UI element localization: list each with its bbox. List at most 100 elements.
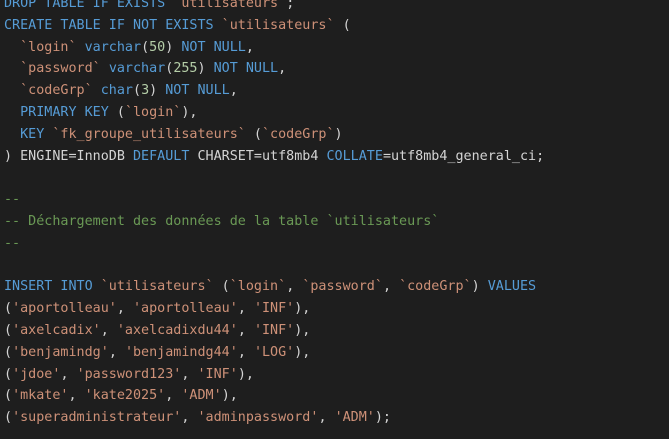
code-token-str: 'axelcadix' (12, 322, 101, 338)
code-line[interactable]: ('axelcadix', 'axelcadixdu44', 'INF'), (0, 320, 669, 342)
code-line[interactable]: ) ENGINE=InnoDB DEFAULT CHARSET=utf8mb4 … (0, 146, 669, 168)
code-line[interactable]: PRIMARY KEY (`login`), (0, 102, 669, 124)
code-token-plain: ), (221, 388, 238, 404)
code-line[interactable]: ('mkate', 'kate2025', 'ADM'), (0, 385, 669, 407)
code-token-plain: , (181, 366, 198, 382)
code-line[interactable]: KEY `fk_groupe_utilisateurs` (`codeGrp`) (0, 124, 669, 146)
code-token-plain: , (108, 344, 125, 360)
code-token-plain: , (382, 279, 400, 295)
code-token-str: `utilisateurs` (100, 279, 214, 295)
code-token-plain: ( (213, 279, 230, 295)
code-token-plain: , (68, 388, 85, 404)
code-line[interactable] (0, 167, 669, 189)
code-token-plain: , (165, 388, 182, 404)
code-token-kw: varchar (108, 61, 166, 77)
code-token-str: 'kate2025' (84, 388, 166, 404)
code-token-plain: CHARSET=utf8mb4 (189, 148, 327, 164)
code-line[interactable]: -- Déchargement des données de la table … (0, 211, 669, 233)
code-token-plain: ( (141, 39, 150, 55)
code-token-plain: , (237, 301, 254, 317)
code-line[interactable]: `login` varchar(50) NOT NULL, (0, 37, 669, 59)
code-token-plain: ) (165, 39, 182, 55)
code-token-num: 3 (141, 83, 150, 99)
code-line[interactable] (0, 255, 669, 277)
code-token-plain: , (116, 301, 133, 317)
code-token-plain: , (237, 322, 254, 338)
code-token-kw: PRIMARY KEY (20, 104, 109, 120)
code-editor[interactable]: DROP TABLE IF EXISTS `utilisateurs`; CREA… (0, 0, 669, 429)
code-token-plain: ) ENGINE=InnoDB (4, 148, 133, 164)
code-token-plain: , (245, 39, 254, 55)
code-token-kw: NOT NULL (213, 61, 279, 77)
code-line[interactable]: -- (0, 233, 669, 255)
code-token-plain: ) (334, 126, 343, 142)
code-token-kw: varchar (84, 39, 142, 55)
code-token-plain: ( (108, 104, 125, 120)
code-token-str: 'benjamindg' (12, 344, 109, 360)
code-line[interactable]: INSERT INTO `utilisateurs` (`login`, `pa… (0, 276, 669, 298)
code-line[interactable]: ('benjamindg', 'benjamindg44', 'LOG'), (0, 342, 669, 364)
code-token-plain: ( (334, 17, 351, 33)
code-token-kw: char (100, 83, 133, 99)
code-token-num: 255 (173, 61, 198, 77)
code-token-plain: ), (181, 104, 198, 120)
code-token-plain: , (318, 410, 335, 426)
code-line[interactable]: ('jdoe', 'password123', 'INF'), (0, 364, 669, 386)
code-token-plain: =utf8mb4_general_ci; (382, 148, 545, 164)
code-token-plain: ), (237, 366, 254, 382)
code-token-str: 'ADM' (181, 388, 222, 404)
code-token-plain: ( (4, 344, 13, 360)
code-line[interactable]: -- (0, 189, 669, 211)
code-token-str: `codeGrp` (399, 279, 472, 295)
code-line[interactable]: DROP TABLE IF EXISTS `utilisateurs`; (0, 0, 669, 15)
code-token-plain: ; (286, 0, 295, 11)
code-token-str: `utilisateurs` (221, 17, 335, 33)
code-token-plain: ) (197, 61, 214, 77)
code-token-str: `password` (302, 279, 383, 295)
code-token-str: 'jdoe' (12, 366, 61, 382)
code-token-str: 'LOG' (253, 344, 295, 360)
code-token-plain: , (229, 83, 238, 99)
code-token-str: 'INF' (253, 301, 295, 317)
code-token-plain: ( (4, 322, 13, 338)
code-token-kw: INSERT INTO (4, 279, 101, 295)
code-line[interactable]: CREATE TABLE IF NOT EXISTS `utilisateurs… (0, 15, 669, 37)
code-token-plain: ); (374, 410, 391, 426)
code-token-kw: CREATE TABLE IF NOT EXISTS (4, 17, 222, 33)
code-line[interactable]: ('aportolleau', 'aportolleau', 'INF'), (0, 298, 669, 320)
code-token-str: 'adminpassword' (197, 410, 319, 426)
code-token-plain: , (60, 366, 77, 382)
code-line[interactable]: `password` varchar(255) NOT NULL, (0, 58, 669, 80)
code-token-plain: ( (245, 126, 262, 142)
code-line[interactable]: ('superadministrateur', 'adminpassword',… (0, 407, 669, 429)
code-token-str: `login` (20, 39, 77, 55)
code-line[interactable]: `codeGrp` char(3) NOT NULL, (0, 80, 669, 102)
code-token-plain: ), (294, 344, 311, 360)
code-token-str: 'benjamindg44' (124, 344, 238, 360)
code-token-plain: ), (294, 301, 311, 317)
code-token-str: `login` (124, 104, 182, 120)
code-token-str: 'mkate' (12, 388, 69, 404)
code-token-str: 'INF' (253, 322, 295, 338)
code-token-kw: DEFAULT (133, 148, 190, 164)
code-token-str: 'ADM' (334, 410, 375, 426)
code-token-plain: , (286, 279, 303, 295)
code-token-str: 'axelcadixdu44' (116, 322, 238, 338)
code-token-str: `login` (229, 279, 287, 295)
code-token-plain: ( (133, 83, 142, 99)
code-token-plain: , (100, 322, 117, 338)
code-token-cmt: -- (4, 192, 21, 208)
code-token-kw: KEY (20, 126, 45, 142)
code-token-plain: ), (294, 322, 311, 338)
code-token-plain: ( (4, 366, 13, 382)
code-token-plain: ( (4, 410, 13, 426)
code-token-kw: VALUES (487, 279, 537, 295)
code-token-cmt: -- (4, 235, 21, 251)
code-token-plain: , (181, 410, 198, 426)
